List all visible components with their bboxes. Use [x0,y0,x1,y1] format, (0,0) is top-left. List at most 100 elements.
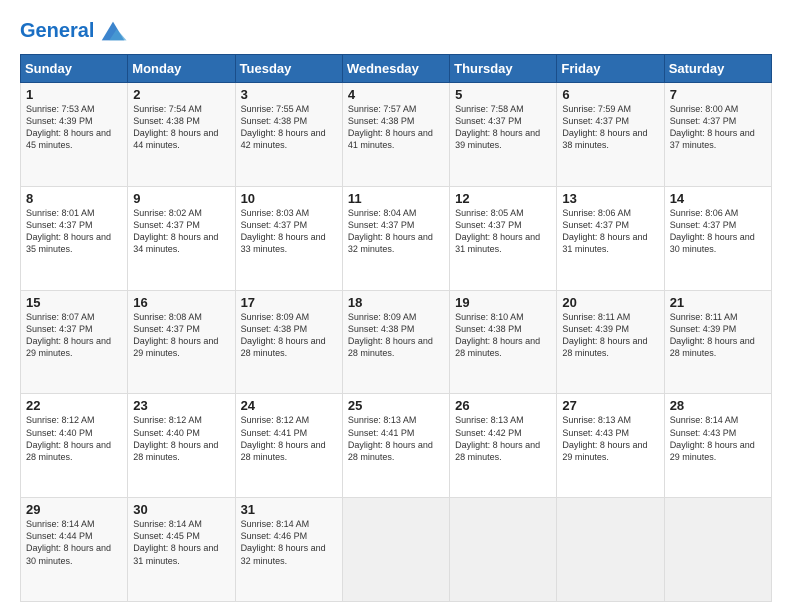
day-number: 8 [26,191,122,206]
day-number: 27 [562,398,658,413]
calendar-cell: 6Sunrise: 7:59 AMSunset: 4:37 PMDaylight… [557,83,664,187]
cell-details: Sunrise: 8:06 AMSunset: 4:37 PMDaylight:… [670,207,766,256]
calendar-week-row: 22 Sunrise: 8:12 AMSunset: 4:40 PMDayligh… [21,394,772,498]
calendar-cell: 23Sunrise: 8:12 AMSunset: 4:40 PMDayligh… [128,394,235,498]
cell-details: Sunrise: 8:07 AMSunset: 4:37 PMDaylight:… [26,311,122,360]
day-number: 13 [562,191,658,206]
cell-details: Sunrise: 8:02 AMSunset: 4:37 PMDaylight:… [133,207,229,256]
day-number: 21 [670,295,766,310]
day-number: 22 [26,398,122,413]
calendar-cell: 18Sunrise: 8:09 AMSunset: 4:38 PMDayligh… [342,290,449,394]
calendar: SundayMondayTuesdayWednesdayThursdayFrid… [20,54,772,602]
day-number: 26 [455,398,551,413]
weekday-header: Wednesday [342,55,449,83]
cell-details: Sunrise: 8:14 AMSunset: 4:46 PMDaylight:… [241,518,337,567]
day-number: 3 [241,87,337,102]
calendar-cell: 29Sunrise: 8:14 AMSunset: 4:44 PMDayligh… [21,498,128,602]
header: General [20,16,772,46]
day-number: 11 [348,191,444,206]
calendar-cell: 13Sunrise: 8:06 AMSunset: 4:37 PMDayligh… [557,186,664,290]
day-number: 15 [26,295,122,310]
calendar-cell [557,498,664,602]
calendar-cell: 14Sunrise: 8:06 AMSunset: 4:37 PMDayligh… [664,186,771,290]
calendar-cell: 16Sunrise: 8:08 AMSunset: 4:37 PMDayligh… [128,290,235,394]
weekday-header: Monday [128,55,235,83]
cell-details: Sunrise: 8:13 AMSunset: 4:43 PMDaylight:… [562,414,658,463]
cell-details: Sunrise: 8:00 AMSunset: 4:37 PMDaylight:… [670,103,766,152]
calendar-cell [664,498,771,602]
cell-details: Sunrise: 8:06 AMSunset: 4:37 PMDaylight:… [562,207,658,256]
day-number: 6 [562,87,658,102]
day-number: 24 [241,398,337,413]
logo: General [20,16,128,46]
day-number: 17 [241,295,337,310]
cell-details: Sunrise: 8:11 AMSunset: 4:39 PMDaylight:… [562,311,658,360]
day-number: 10 [241,191,337,206]
calendar-cell: 19Sunrise: 8:10 AMSunset: 4:38 PMDayligh… [450,290,557,394]
cell-details: Sunrise: 8:03 AMSunset: 4:37 PMDaylight:… [241,207,337,256]
weekday-header: Tuesday [235,55,342,83]
calendar-cell: 15Sunrise: 8:07 AMSunset: 4:37 PMDayligh… [21,290,128,394]
cell-details: Sunrise: 8:12 AMSunset: 4:41 PMDaylight:… [241,414,337,463]
calendar-cell: 27Sunrise: 8:13 AMSunset: 4:43 PMDayligh… [557,394,664,498]
cell-details: Sunrise: 7:54 AMSunset: 4:38 PMDaylight:… [133,103,229,152]
day-number: 28 [670,398,766,413]
calendar-body: 1Sunrise: 7:53 AMSunset: 4:39 PMDaylight… [21,83,772,602]
calendar-cell: 5Sunrise: 7:58 AMSunset: 4:37 PMDaylight… [450,83,557,187]
day-number: 12 [455,191,551,206]
weekday-header: Friday [557,55,664,83]
cell-details: Sunrise: 8:14 AMSunset: 4:45 PMDaylight:… [133,518,229,567]
calendar-cell: 26Sunrise: 8:13 AMSunset: 4:42 PMDayligh… [450,394,557,498]
logo-icon [98,16,128,46]
day-number: 18 [348,295,444,310]
calendar-cell: 9Sunrise: 8:02 AMSunset: 4:37 PMDaylight… [128,186,235,290]
calendar-cell: 8Sunrise: 8:01 AMSunset: 4:37 PMDaylight… [21,186,128,290]
calendar-cell: 12Sunrise: 8:05 AMSunset: 4:37 PMDayligh… [450,186,557,290]
calendar-cell: 11Sunrise: 8:04 AMSunset: 4:37 PMDayligh… [342,186,449,290]
day-number: 31 [241,502,337,517]
cell-details: Sunrise: 7:58 AMSunset: 4:37 PMDaylight:… [455,103,551,152]
calendar-cell [450,498,557,602]
day-number: 1 [26,87,122,102]
calendar-cell: 24Sunrise: 8:12 AMSunset: 4:41 PMDayligh… [235,394,342,498]
cell-details: Sunrise: 8:04 AMSunset: 4:37 PMDaylight:… [348,207,444,256]
day-number: 14 [670,191,766,206]
calendar-cell: 17Sunrise: 8:09 AMSunset: 4:38 PMDayligh… [235,290,342,394]
page: General SundayMondayTuesdayWednesdayThur… [0,0,792,612]
logo-text: General [20,20,94,42]
calendar-week-row: 29Sunrise: 8:14 AMSunset: 4:44 PMDayligh… [21,498,772,602]
day-number: 30 [133,502,229,517]
cell-details: Sunrise: 8:11 AMSunset: 4:39 PMDaylight:… [670,311,766,360]
cell-details: Sunrise: 8:13 AMSunset: 4:42 PMDaylight:… [455,414,551,463]
weekday-header-row: SundayMondayTuesdayWednesdayThursdayFrid… [21,55,772,83]
calendar-cell: 25Sunrise: 8:13 AMSunset: 4:41 PMDayligh… [342,394,449,498]
calendar-cell: 22Sunrise: 8:12 AMSunset: 4:40 PMDayligh… [21,394,128,498]
weekday-header: Saturday [664,55,771,83]
calendar-week-row: 1Sunrise: 7:53 AMSunset: 4:39 PMDaylight… [21,83,772,187]
cell-details: Sunrise: 8:08 AMSunset: 4:37 PMDaylight:… [133,311,229,360]
cell-details: Sunrise: 7:55 AMSunset: 4:38 PMDaylight:… [241,103,337,152]
cell-details: Sunrise: 8:09 AMSunset: 4:38 PMDaylight:… [241,311,337,360]
cell-details: Sunrise: 8:12 AMSunset: 4:40 PMDaylight:… [133,414,229,463]
cell-details: Sunrise: 8:13 AMSunset: 4:41 PMDaylight:… [348,414,444,463]
day-number: 5 [455,87,551,102]
calendar-cell [342,498,449,602]
weekday-header: Thursday [450,55,557,83]
cell-details: Sunrise: 8:05 AMSunset: 4:37 PMDaylight:… [455,207,551,256]
calendar-cell: 3Sunrise: 7:55 AMSunset: 4:38 PMDaylight… [235,83,342,187]
calendar-cell: 30Sunrise: 8:14 AMSunset: 4:45 PMDayligh… [128,498,235,602]
day-number: 23 [133,398,229,413]
cell-details: Sunrise: 7:53 AMSunset: 4:39 PMDaylight:… [26,103,122,152]
calendar-cell: 21Sunrise: 8:11 AMSunset: 4:39 PMDayligh… [664,290,771,394]
calendar-cell: 1Sunrise: 7:53 AMSunset: 4:39 PMDaylight… [21,83,128,187]
day-number: 9 [133,191,229,206]
calendar-cell: 10Sunrise: 8:03 AMSunset: 4:37 PMDayligh… [235,186,342,290]
day-number: 29 [26,502,122,517]
day-number: 25 [348,398,444,413]
cell-details: Sunrise: 7:57 AMSunset: 4:38 PMDaylight:… [348,103,444,152]
day-number: 16 [133,295,229,310]
calendar-cell: 31Sunrise: 8:14 AMSunset: 4:46 PMDayligh… [235,498,342,602]
cell-details: Sunrise: 8:01 AMSunset: 4:37 PMDaylight:… [26,207,122,256]
day-number: 2 [133,87,229,102]
day-number: 4 [348,87,444,102]
